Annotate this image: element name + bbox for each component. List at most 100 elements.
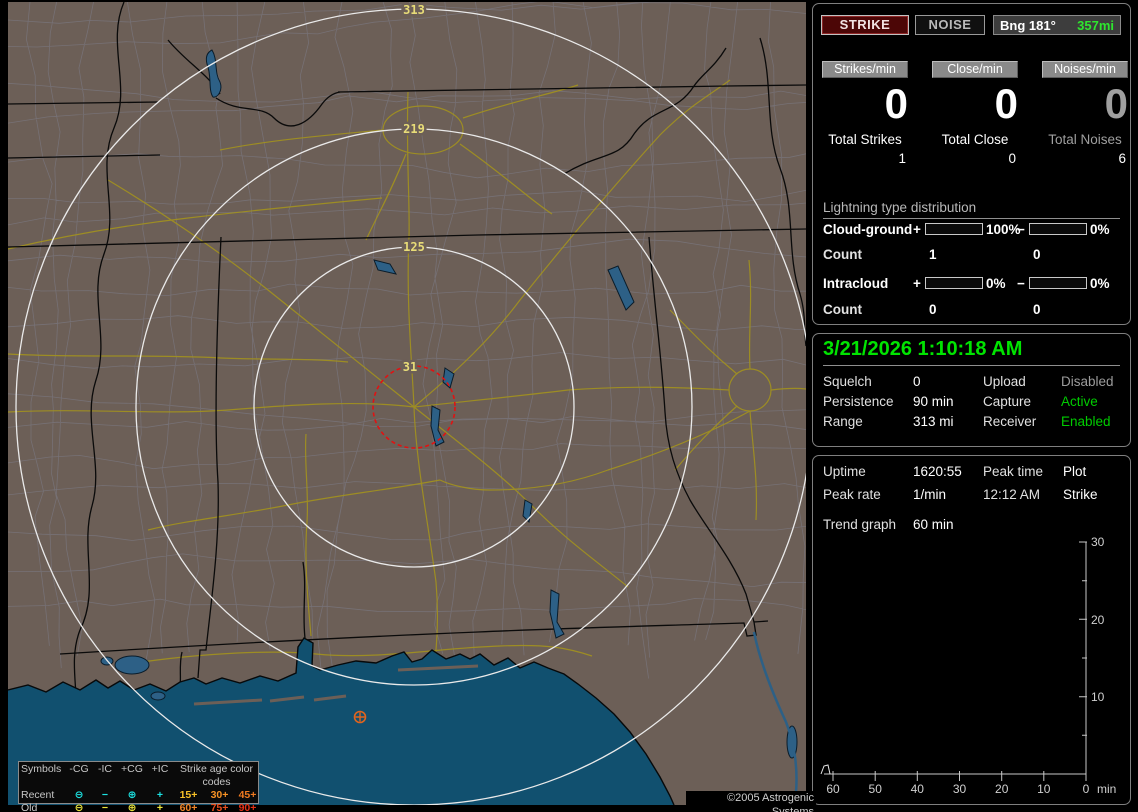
close-per-min-chip: Close/min: [932, 61, 1018, 78]
intracloud-label: Intracloud: [823, 276, 889, 291]
plus-sign: +: [913, 276, 921, 291]
x-axis-unit: min: [1097, 782, 1116, 796]
upload-label: Upload: [983, 374, 1026, 389]
minus-sign: −: [1017, 276, 1025, 291]
strike-counters-panel: STRIKE NOISE Bng 181° 357mi Strikes/min …: [812, 3, 1131, 325]
peak-time-label: Peak time: [983, 464, 1044, 479]
y-tick-30: 30: [1091, 535, 1105, 549]
upload-value: Disabled: [1061, 374, 1114, 389]
range-label: Range: [823, 414, 863, 429]
minus-sign: −: [1017, 222, 1025, 237]
squelch-label: Squelch: [823, 374, 872, 389]
peak-rate-label: Peak rate: [823, 487, 881, 502]
recent-neg-cg-icon: ⊖: [74, 789, 84, 801]
receiver-value: Enabled: [1061, 414, 1111, 429]
stats-trend-panel: Uptime 1620:55 Peak time Plot Peak rate …: [812, 455, 1131, 805]
ring-label-125: 125: [403, 240, 425, 254]
status-row: Persistence 90 min Capture Active: [813, 394, 1130, 411]
noises-rate-value: 0: [1104, 80, 1128, 127]
ring-label-31: 31: [403, 360, 417, 374]
close-rate-value: 0: [994, 80, 1018, 127]
nexstorm-window: 313 219 125 31 Symbols -CG -IC +CG +IC S…: [0, 0, 1138, 812]
cg-minus-pct: 0%: [1090, 222, 1110, 237]
ic-minus-bar: [1029, 277, 1087, 289]
legend-col-neg-ic: -IC: [98, 763, 112, 775]
capture-label: Capture: [983, 394, 1032, 409]
map-legend: Symbols -CG -IC +CG +IC Strike age color…: [18, 761, 259, 812]
trend-graph-chart: 30 20 10 60 50 40 30 20 10 0 min: [820, 535, 1116, 796]
distribution-title: Lightning type distribution: [823, 200, 977, 215]
trend-graph-label: Trend graph: [823, 517, 897, 532]
legend-symbols-header: Symbols: [21, 763, 62, 775]
noise-toggle-button[interactable]: NOISE: [915, 15, 985, 35]
persistence-value: 90 min: [913, 394, 954, 409]
persistence-label: Persistence: [823, 394, 894, 409]
intracloud-count-row: Count 0 0: [813, 302, 1130, 318]
stats-row: Uptime 1620:55 Peak time Plot: [813, 464, 1130, 481]
bearing-value: Bng 181°: [1000, 17, 1056, 33]
ic-minus-pct: 0%: [1090, 276, 1110, 291]
cg-plus-bar: [925, 223, 983, 235]
y-tick-10: 10: [1091, 690, 1105, 704]
distance-value: 357mi: [1077, 17, 1114, 33]
range-value: 313 mi: [913, 414, 954, 429]
total-noises-value: 6: [1118, 151, 1126, 166]
legend-age-30: 30+: [210, 789, 229, 801]
datetime-display: 3/21/2026 1:10:18 AM: [823, 338, 1023, 360]
uptime-label: Uptime: [823, 464, 866, 479]
x-tick-60: 60: [826, 782, 840, 796]
legend-age-15: 15+: [179, 789, 198, 801]
noises-counter: Noises/min 0 Total Noises 6: [1042, 61, 1128, 173]
cloud-ground-count-row: Count 1 0: [813, 247, 1130, 263]
strike-toggle-button[interactable]: STRIKE: [821, 15, 909, 35]
strike-symbol-old-pos-cg: [353, 710, 367, 724]
cg-minus-count: 0: [1033, 247, 1041, 262]
intracloud-row: Intracloud + 0% − 0%: [813, 276, 1130, 292]
uptime-value: 1620:55: [913, 464, 962, 479]
x-tick-40: 40: [911, 782, 925, 796]
legend-age-60: 60+: [179, 802, 198, 812]
trend-graph-value: 60 min: [913, 517, 954, 532]
status-row: Squelch 0 Upload Disabled: [813, 374, 1130, 391]
ring-label-313: 313: [403, 3, 425, 17]
x-tick-30: 30: [953, 782, 967, 796]
trend-row: Trend graph 60 min: [813, 517, 1130, 534]
x-tick-0: 0: [1083, 782, 1090, 796]
cloud-ground-row: Cloud-ground + 100% − 0%: [813, 222, 1130, 238]
total-noises-label: Total Noises: [1048, 132, 1122, 147]
count-label: Count: [823, 247, 862, 262]
ring-label-219: 219: [403, 122, 425, 136]
total-close-label: Total Close: [941, 132, 1009, 147]
cg-plus-count: 1: [929, 247, 937, 262]
stats-row: Peak rate 1/min 12:12 AM Strike: [813, 487, 1130, 504]
recent-pos-ic-icon: +: [156, 789, 164, 801]
cg-plus-pct: 100%: [986, 222, 1021, 237]
strikes-per-min-chip: Strikes/min: [822, 61, 908, 78]
total-strikes-label: Total Strikes: [828, 132, 902, 147]
x-tick-10: 10: [1037, 782, 1051, 796]
distribution-underline: [823, 218, 1120, 219]
strikes-rate-value: 0: [884, 80, 908, 127]
old-pos-ic-icon: +: [156, 802, 164, 812]
legend-age-90: 90+: [238, 802, 257, 812]
plot-label: Plot: [1063, 464, 1087, 479]
squelch-value: 0: [913, 374, 921, 389]
map-canvas: 313 219 125 31: [7, 0, 856, 806]
lightning-map[interactable]: 313 219 125 31 Symbols -CG -IC +CG +IC S…: [7, 0, 856, 812]
legend-age-75: 75+: [210, 802, 229, 812]
noises-per-min-chip: Noises/min: [1042, 61, 1128, 78]
status-panel: 3/21/2026 1:10:18 AM Squelch 0 Upload Di…: [812, 333, 1131, 447]
ic-minus-count: 0: [1033, 302, 1041, 317]
strikes-counter: Strikes/min 0 Total Strikes 1: [822, 61, 908, 173]
ic-plus-count: 0: [929, 302, 937, 317]
count-label: Count: [823, 302, 862, 317]
recent-pos-cg-icon: ⊕: [127, 789, 137, 801]
x-tick-20: 20: [995, 782, 1009, 796]
separator: [823, 365, 1120, 366]
total-strikes-value: 1: [898, 151, 906, 166]
old-neg-cg-icon: ⊖: [74, 802, 84, 812]
legend-recent-label: Recent: [21, 789, 55, 801]
peak-time-value: 12:12 AM: [983, 487, 1041, 502]
y-tick-20: 20: [1091, 613, 1105, 627]
cloud-ground-label: Cloud-ground: [823, 222, 913, 237]
